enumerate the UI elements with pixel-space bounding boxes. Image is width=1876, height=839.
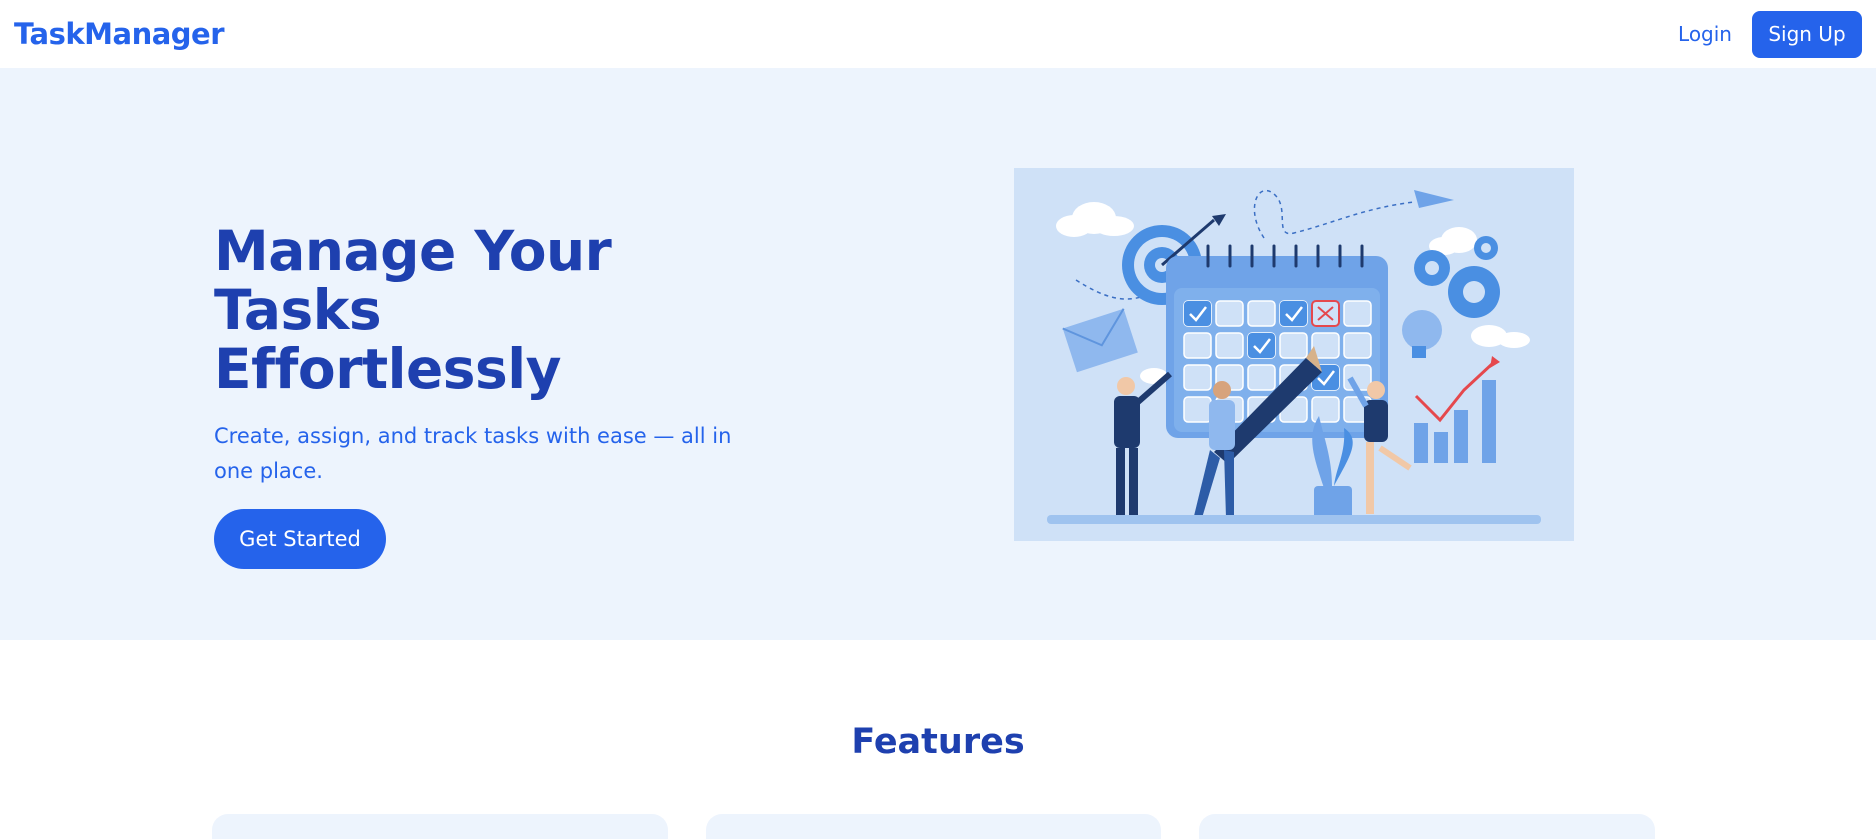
features-cards xyxy=(212,814,1656,839)
hero-illustration xyxy=(1014,168,1574,541)
ground-line xyxy=(1047,515,1541,524)
hero-text: Manage Your Tasks Effortlessly Create, a… xyxy=(214,222,774,569)
person-figure xyxy=(1114,371,1172,518)
hero-title-line2: Effortlessly xyxy=(214,337,561,401)
hero-title: Manage Your Tasks Effortlessly xyxy=(214,222,774,399)
lightbulb-icon xyxy=(1402,310,1442,358)
nav-actions: Login Sign Up xyxy=(1678,10,1862,58)
feature-card xyxy=(212,814,668,839)
signup-button[interactable]: Sign Up xyxy=(1752,10,1862,58)
paper-plane-icon xyxy=(1414,190,1454,208)
hero-title-line1: Manage Your Tasks xyxy=(214,219,612,342)
envelope-icon xyxy=(1062,308,1138,373)
login-link[interactable]: Login xyxy=(1678,22,1732,46)
feature-card xyxy=(705,814,1162,839)
top-nav: TaskManager Login Sign Up xyxy=(0,0,1876,68)
get-started-button[interactable]: Get Started xyxy=(214,509,386,569)
hero-section: Manage Your Tasks Effortlessly Create, a… xyxy=(0,68,1876,640)
task-planning-illustration xyxy=(1047,189,1541,524)
hero-subtitle: Create, assign, and track tasks with eas… xyxy=(214,424,732,483)
feature-card xyxy=(1199,814,1656,839)
growth-chart-icon xyxy=(1414,356,1500,463)
brand-logo[interactable]: TaskManager xyxy=(14,17,225,51)
features-heading: Features xyxy=(851,722,1025,762)
